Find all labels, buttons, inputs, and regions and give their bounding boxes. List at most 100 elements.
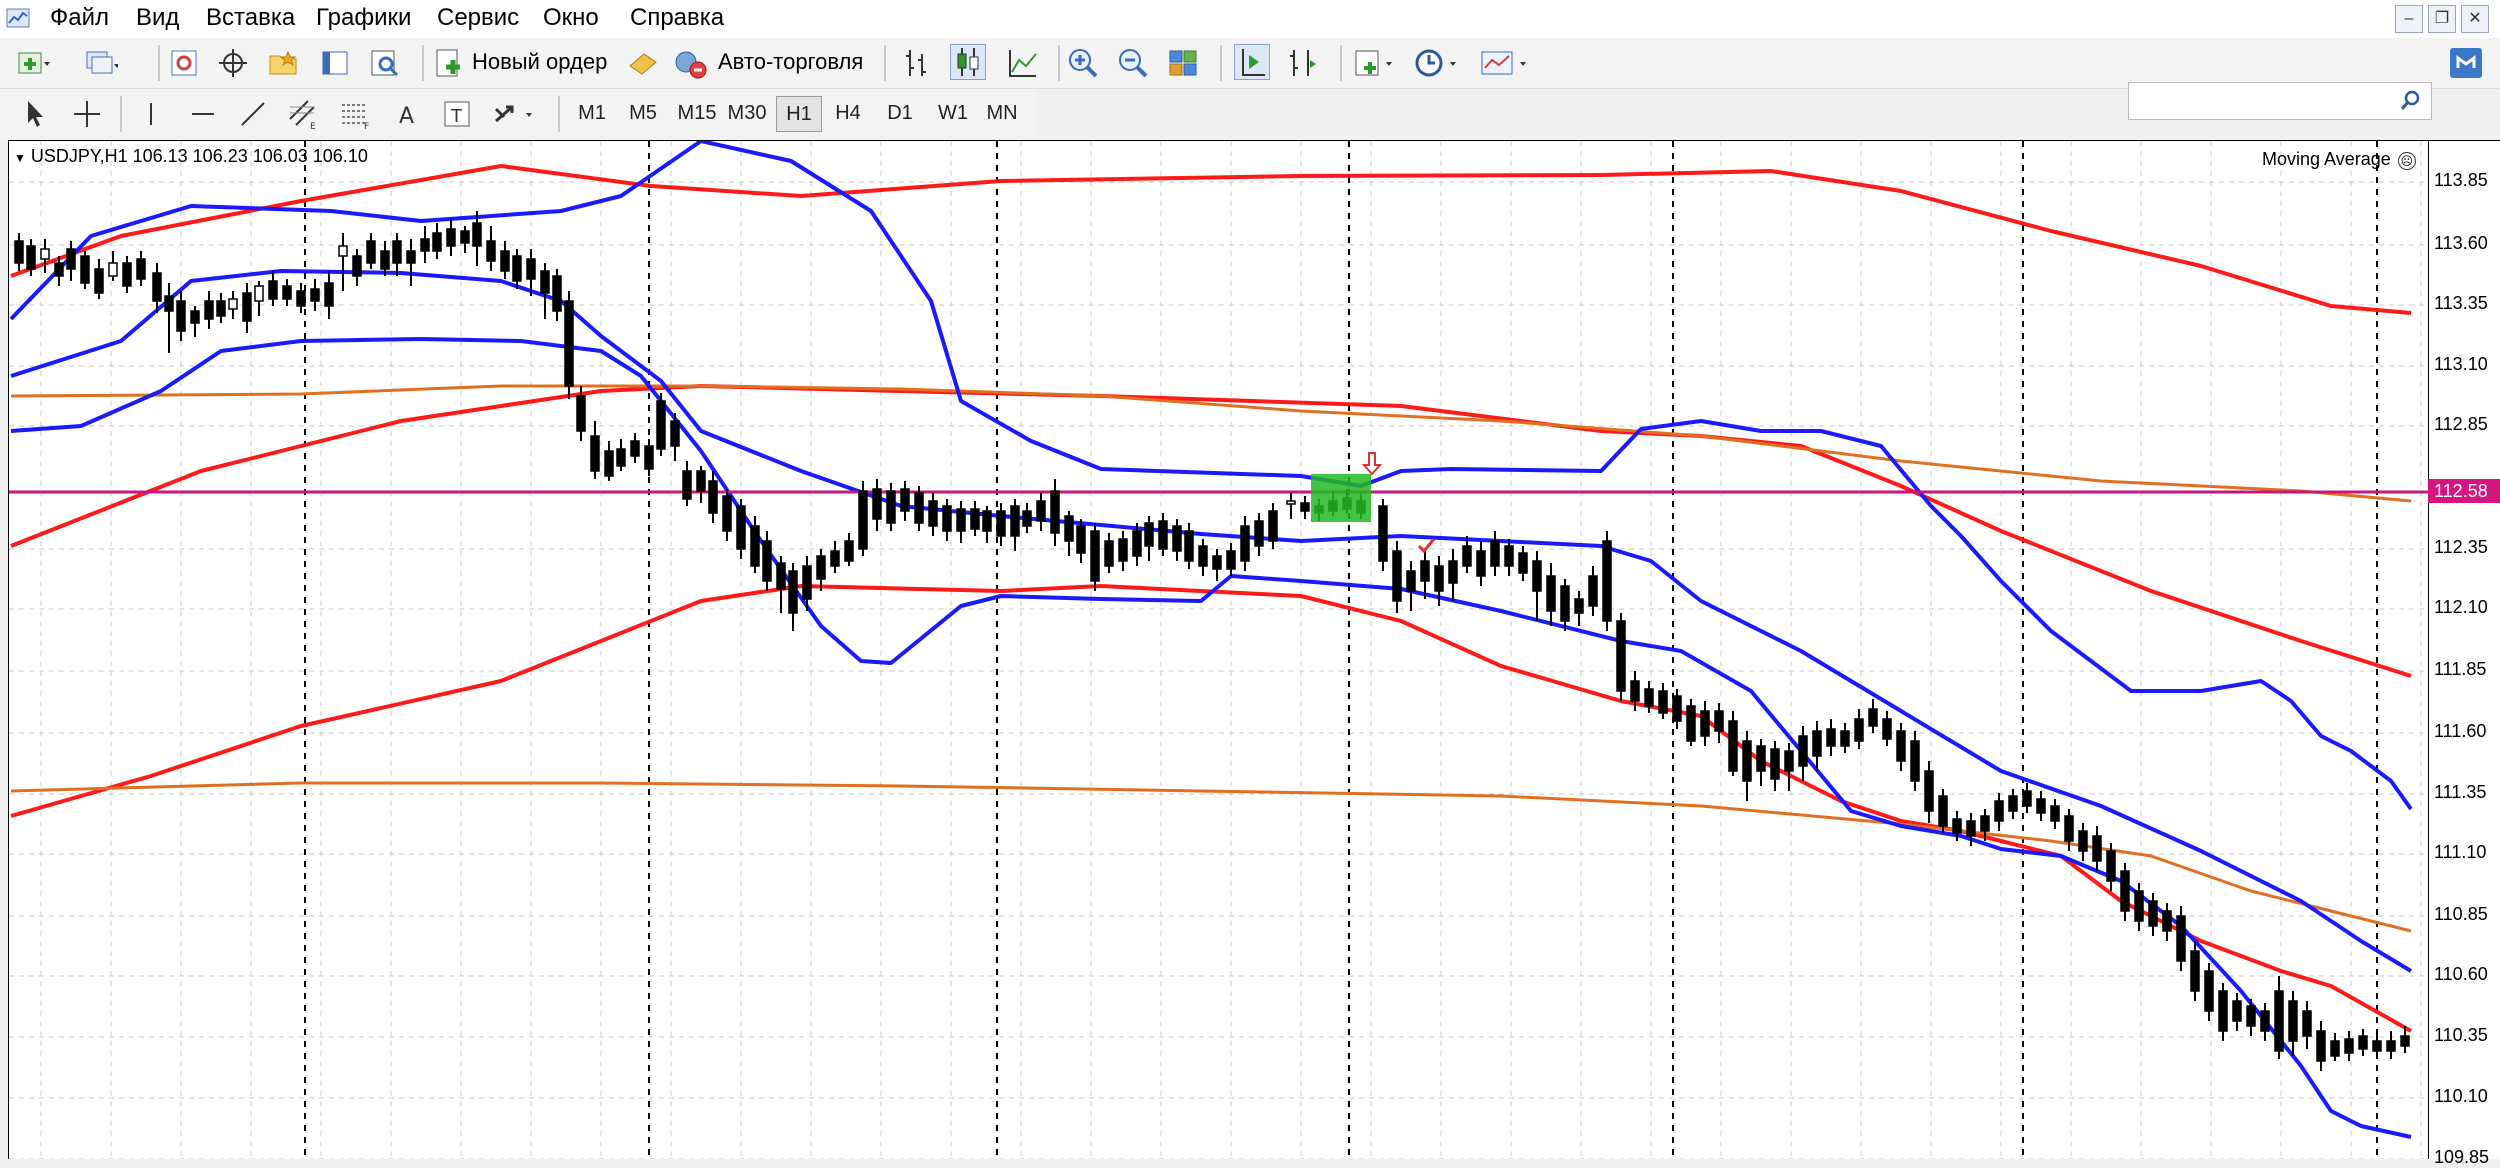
standard-toolbar: Новый ордер Авто-торговля [0, 38, 2500, 120]
candle [682, 461, 692, 506]
candle [1254, 513, 1264, 556]
candle [762, 531, 772, 591]
auto-trading-button[interactable]: Авто-торговля [674, 46, 870, 80]
candle [1144, 516, 1154, 561]
price-tick-label: 111.60 [2434, 721, 2487, 741]
vertical-line-icon[interactable] [134, 97, 168, 131]
terminal-icon[interactable] [318, 46, 352, 80]
candle [1184, 523, 1194, 569]
fibonacci-icon[interactable]: F [338, 97, 372, 131]
close-indicator-icon[interactable]: ☹ [2397, 152, 2416, 170]
menu-help[interactable]: Справка [630, 4, 724, 32]
text-label-icon[interactable]: T [440, 97, 474, 131]
candle [2036, 791, 2046, 821]
zoom-in-icon[interactable] [1066, 46, 1100, 80]
candle [696, 466, 706, 503]
candle [392, 233, 402, 276]
timeframe-w1[interactable]: W1 [932, 96, 974, 130]
candle [1574, 591, 1584, 626]
timeframe-h4[interactable]: H4 [828, 96, 868, 130]
candle [472, 211, 482, 266]
candle [1504, 539, 1514, 576]
candle [1546, 563, 1556, 626]
candle [928, 493, 938, 536]
equidistant-channel-icon[interactable]: E [286, 97, 320, 131]
toolbar-separator [1220, 45, 1222, 81]
timeframe-m30[interactable]: M30 [724, 96, 770, 130]
price-tick-label: 110.35 [2434, 1025, 2488, 1045]
collapse-arrow-icon[interactable]: ▼ [14, 151, 26, 165]
toolbar-separator [558, 96, 560, 132]
candle [736, 499, 746, 559]
restore-button[interactable]: ❐ [2428, 5, 2456, 33]
menu-charts[interactable]: Графики [316, 4, 411, 32]
text-tool-icon[interactable]: A [390, 97, 424, 131]
crosshair-tool-icon[interactable] [70, 97, 104, 131]
menu-window[interactable]: Окно [543, 4, 599, 32]
templates-icon[interactable] [1478, 46, 1530, 80]
timeframe-m5[interactable]: M5 [624, 96, 662, 130]
candle [432, 223, 442, 259]
price-tick-label: 113.10 [2434, 354, 2488, 374]
price-tick-label: 113.60 [2434, 233, 2488, 253]
community-icon[interactable] [2448, 46, 2484, 80]
zoom-out-icon[interactable] [1116, 46, 1150, 80]
candle [94, 259, 104, 299]
toolbar-separator [422, 45, 424, 81]
price-tick-label: 110.10 [2434, 1086, 2488, 1106]
periods-icon[interactable] [1412, 46, 1460, 80]
menu-insert[interactable]: Вставка [206, 4, 295, 32]
new-order-button[interactable]: Новый ордер [432, 46, 612, 80]
timeframe-m1[interactable]: M1 [574, 96, 610, 130]
timeframe-h1[interactable]: H1 [776, 96, 822, 132]
candle [122, 256, 132, 293]
price-chart[interactable] [9, 141, 2429, 1159]
candle [2386, 1031, 2396, 1059]
minimize-button[interactable]: – [2395, 5, 2423, 33]
candle [604, 441, 614, 481]
chart-title-text: USDJPY,H1 106.13 106.23 106.03 106.10 [30, 146, 368, 166]
strategy-tester-icon[interactable] [368, 46, 402, 80]
chart-area[interactable] [8, 140, 2429, 1159]
horizontal-line-icon[interactable] [186, 97, 220, 131]
new-chart-icon[interactable] [16, 46, 50, 80]
timeframe-d1[interactable]: D1 [880, 96, 920, 130]
candle [2204, 963, 2214, 1021]
candle [564, 291, 574, 399]
crosshair-icon[interactable] [216, 46, 250, 80]
close-button[interactable]: ✕ [2461, 5, 2489, 33]
chart-shift-icon[interactable] [1286, 46, 1320, 80]
candle [190, 306, 200, 337]
menu-view[interactable]: Вид [136, 4, 179, 32]
indicators-icon[interactable] [1352, 46, 1396, 80]
auto-scroll-icon[interactable] [1234, 44, 1270, 80]
candle [858, 481, 868, 556]
candle [1714, 703, 1724, 743]
arrows-icon[interactable] [490, 97, 538, 131]
navigator-icon[interactable] [266, 46, 300, 80]
profiles-icon[interactable] [84, 46, 118, 80]
line-chart-icon[interactable] [1006, 46, 1040, 80]
toolbar-separator [884, 45, 886, 81]
cursor-icon[interactable] [18, 97, 52, 131]
candle [176, 291, 186, 341]
menu-tools[interactable]: Сервис [437, 4, 519, 32]
tile-windows-icon[interactable] [1166, 46, 1200, 80]
timeframe-mn[interactable]: MN [980, 96, 1024, 130]
candle [1896, 723, 1906, 771]
candlestick-chart-icon[interactable] [950, 44, 986, 80]
trendline-icon[interactable] [236, 97, 270, 131]
candle [2218, 983, 2228, 1041]
menu-file[interactable]: Файл [50, 4, 109, 32]
bar-chart-icon[interactable] [900, 46, 934, 80]
search-input[interactable] [2128, 82, 2432, 120]
metaeditor-icon[interactable] [626, 46, 660, 80]
candle [1240, 516, 1250, 571]
candle [1406, 561, 1416, 611]
search-icon[interactable] [2399, 89, 2423, 113]
indicator-label: Moving Average ☹ [2262, 149, 2416, 170]
timeframe-m15[interactable]: M15 [674, 96, 720, 130]
candle [1658, 683, 1668, 719]
price-tick-label: 113.85 [2434, 170, 2488, 190]
market-watch-icon[interactable] [168, 46, 202, 80]
